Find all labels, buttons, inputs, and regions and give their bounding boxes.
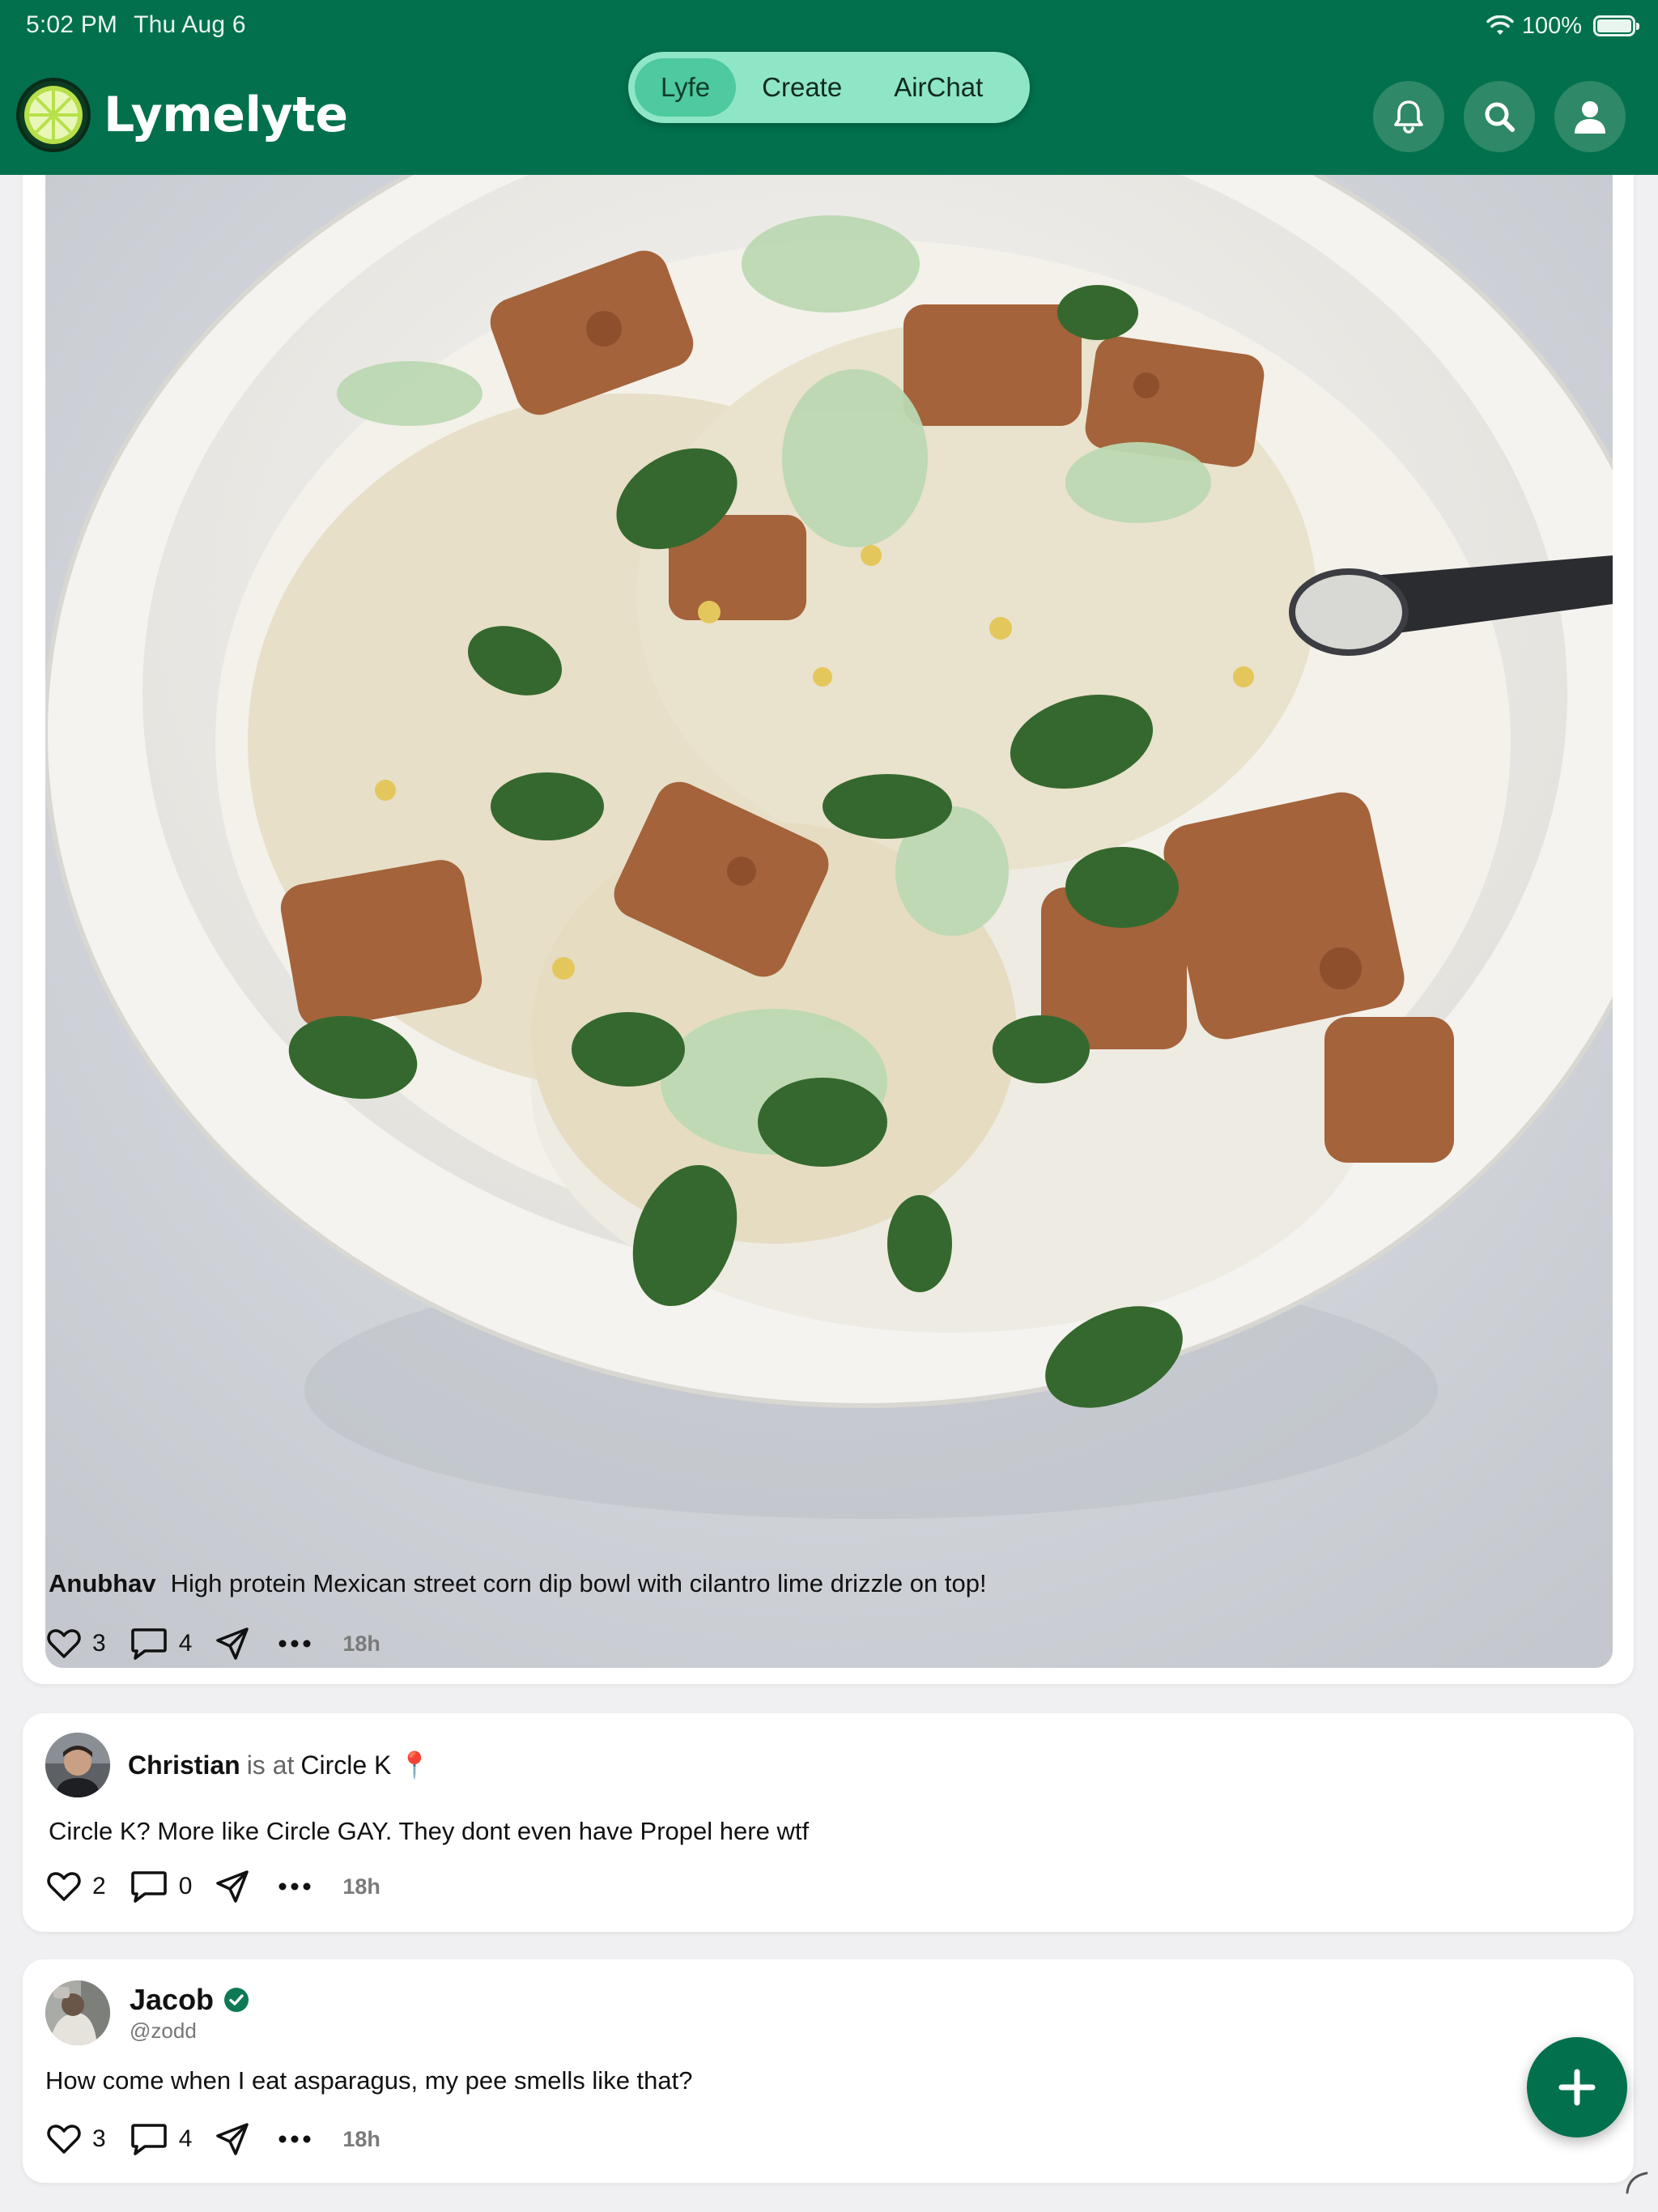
post-time: 18h: [342, 1874, 380, 1899]
battery-fill: [1597, 19, 1631, 32]
profile-button[interactable]: [1554, 81, 1626, 152]
more-dots-icon: [278, 2135, 311, 2143]
comment-count: 4: [178, 1630, 193, 1657]
share-button[interactable]: [215, 1626, 250, 1661]
like-count: 3: [92, 1630, 106, 1657]
post-text: Circle K? More like Circle GAY. They don…: [49, 1817, 810, 1845]
status-clock: 5:02 PM: [26, 11, 118, 38]
caption-text: High protein Mexican street corn dip bow…: [170, 1569, 987, 1597]
food-bowl-image: [45, 175, 1613, 1668]
send-icon: [216, 2123, 249, 2155]
post-actions: 3 4 18h: [47, 2115, 380, 2163]
app-name: Lymelyte: [104, 87, 348, 143]
comment-count: 4: [178, 2125, 193, 2152]
status-time: 5:02 PM Thu Aug 6: [26, 11, 246, 39]
post-actions: 3 4 18h: [47, 1619, 380, 1668]
post-header-text: Christian is at Circle K 📍: [128, 1750, 431, 1780]
tab-create[interactable]: Create: [736, 58, 868, 117]
post-author[interactable]: Anubhav: [49, 1569, 156, 1597]
more-dots-icon: [278, 1640, 311, 1648]
post-time: 18h: [342, 2126, 380, 2151]
post-header: Jacob @zodd: [45, 1980, 249, 2045]
verified-badge-icon: [224, 1987, 249, 2012]
status-date: Thu Aug 6: [134, 11, 246, 38]
heart-icon: [47, 1629, 81, 1658]
comment-button[interactable]: 0: [130, 1870, 193, 1903]
like-button[interactable]: 3: [47, 1628, 106, 1659]
battery-icon: [1593, 15, 1639, 36]
brand[interactable]: Lymelyte: [16, 78, 348, 152]
post-photo[interactable]: [45, 175, 1613, 1668]
app-header: 5:02 PM Thu Aug 6 100% Lymelyte Lyfe Cre…: [0, 0, 1658, 175]
post-time: 18h: [342, 1631, 380, 1656]
post-header: Christian is at Circle K 📍: [45, 1733, 431, 1797]
heart-icon: [47, 1872, 81, 1901]
avatar[interactable]: [45, 1733, 110, 1797]
comment-icon: [130, 2124, 167, 2155]
heart-icon: [47, 2125, 81, 2154]
comment-button[interactable]: 4: [130, 1627, 193, 1660]
tab-lyfe[interactable]: Lyfe: [635, 58, 737, 117]
avatar[interactable]: [45, 1980, 110, 2045]
more-dots-icon: [278, 1882, 311, 1891]
is-at-label: is at: [246, 1750, 295, 1780]
author-handle: @zodd: [130, 2018, 197, 2043]
post-actions: 2 0 18h: [47, 1862, 380, 1911]
author-row: Jacob: [130, 1983, 249, 2017]
search-button[interactable]: [1464, 81, 1535, 152]
more-button[interactable]: [278, 1882, 312, 1891]
status-indicators: 100%: [1486, 10, 1639, 42]
post-caption: Anubhav High protein Mexican street corn …: [49, 1569, 987, 1598]
send-icon: [216, 1627, 249, 1660]
post-card: Christian is at Circle K 📍 Circle K? More …: [23, 1713, 1634, 1932]
notifications-button[interactable]: [1373, 81, 1444, 152]
new-post-button[interactable]: [1527, 2037, 1627, 2138]
place-name[interactable]: Circle K: [300, 1750, 391, 1780]
post-header-text: Jacob @zodd: [130, 1983, 249, 2044]
resize-corner-icon: [1626, 2172, 1648, 2194]
battery-percent: 100%: [1521, 12, 1582, 39]
comment-icon: [130, 1871, 167, 1903]
like-count: 3: [92, 2125, 106, 2152]
share-button[interactable]: [215, 1869, 250, 1904]
lime-logo-icon: [16, 78, 91, 152]
more-button[interactable]: [278, 1639, 312, 1648]
tab-airchat[interactable]: AirChat: [868, 58, 1009, 117]
post-card: Jacob @zodd How come when I eat asparagu…: [23, 1959, 1634, 2183]
post-author[interactable]: Jacob: [130, 1983, 214, 2017]
comment-button[interactable]: 4: [130, 2123, 193, 2155]
comment-count: 0: [178, 1873, 193, 1899]
share-button[interactable]: [215, 2121, 250, 2157]
like-count: 2: [92, 1873, 106, 1899]
wifi-icon: [1486, 15, 1514, 35]
post-card: Anubhav High protein Mexican street corn …: [23, 121, 1634, 1684]
like-button[interactable]: 2: [47, 1871, 106, 1902]
like-button[interactable]: 3: [47, 2124, 106, 2155]
bell-icon: [1394, 100, 1423, 134]
profile-icon: [1575, 101, 1605, 134]
more-button[interactable]: [278, 2134, 312, 2144]
section-switcher: Lyfe Create AirChat: [628, 52, 1030, 123]
post-author[interactable]: Christian: [128, 1750, 240, 1780]
comment-icon: [130, 1628, 167, 1660]
post-text: How come when I eat asparagus, my pee sm…: [45, 2066, 693, 2095]
location-pin-icon: 📍: [398, 1750, 432, 1780]
plus-icon: [1558, 2069, 1596, 2106]
search-icon: [1485, 102, 1515, 132]
send-icon: [216, 1870, 249, 1903]
